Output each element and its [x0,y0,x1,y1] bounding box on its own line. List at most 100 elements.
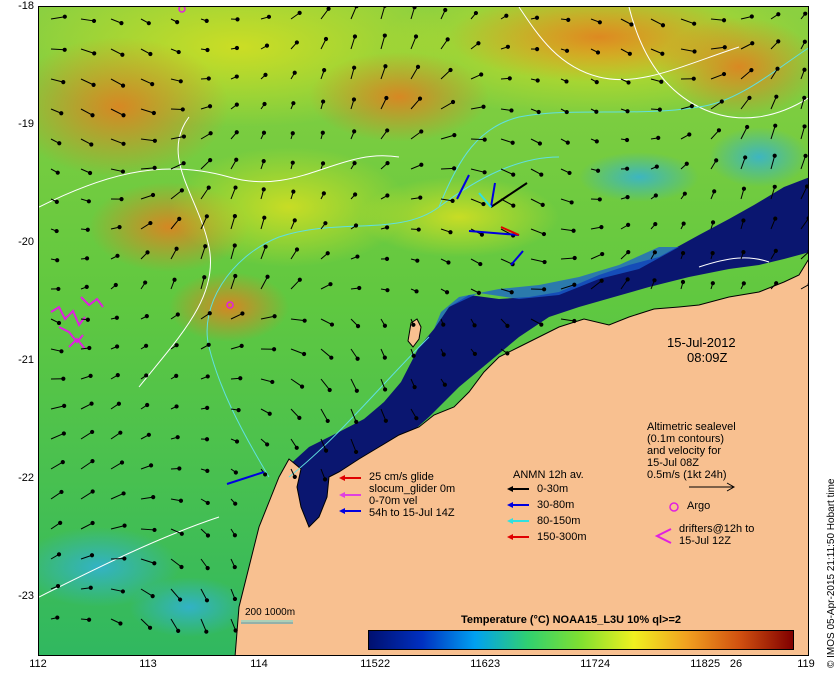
velocity-arrowhead [56,320,62,326]
velocity-arrowhead [692,49,697,54]
velocity-arrowhead [481,201,486,207]
velocity-arrowhead [567,170,572,176]
velocity-arrowhead [115,253,120,258]
velocity-arrowhead [565,140,570,145]
velocity-arrowhead [207,311,212,316]
colorbar-tick: 26 [729,658,743,670]
velocity-arrowhead [261,159,266,164]
velocity-arrowhead [234,74,239,79]
velocity-arrowhead [714,158,719,163]
velocity-arrowhead [564,48,570,53]
velocity-arrowhead [90,113,95,118]
velocity-arrowhead [511,203,516,208]
velocity-arrowhead [263,244,268,249]
velocity-arrowhead [689,104,694,109]
velocity-arrowhead [627,51,632,56]
velocity-arrowhead [144,373,149,378]
velocity-arrowhead [294,40,299,45]
velocity-arrowhead [120,169,126,174]
velocity-arrowhead [205,405,210,410]
drifters-legend-line2: 15-Jul 12Z [679,535,731,547]
velocity-arrowhead [150,82,155,87]
velocity-arrowhead [232,533,238,538]
velocity-arrowhead [625,109,630,114]
velocity-arrowhead [120,52,125,57]
velocity-arrowhead [534,47,540,52]
velocity-arrowhead [297,277,302,282]
velocity-arrowhead [355,254,360,259]
velocity-arrowhead [802,67,807,72]
drifters-legend-symbol [654,528,672,544]
velocity-arrowhead [118,621,123,626]
velocity-arrowhead [721,71,727,77]
velocity-arrowhead [265,274,270,279]
velocity-arrowhead [146,21,151,26]
velocity-arrowhead [262,215,267,220]
anmn-legend-arrows [507,486,529,540]
velocity-arrowhead [54,199,59,204]
velocity-arrowhead [59,489,64,495]
velocity-arrowhead [291,101,296,106]
velocity-arrowhead [572,318,577,324]
velocity-arrowhead [600,251,605,257]
x-tick-112: 112 [29,658,47,670]
velocity-arrowhead [481,104,486,109]
velocity-arrowhead [172,277,177,282]
velocity-arrowhead [297,10,302,15]
velocity-arrowhead [534,15,540,20]
velocity-arrowhead [652,278,657,283]
velocity-arrowhead [442,382,447,387]
velocity-arrowhead [261,130,267,135]
velocity-arrowhead [85,227,90,232]
velocity-arrowhead [441,322,446,327]
velocity-arrowhead [204,18,209,23]
velocity-arrowhead [234,45,240,51]
velocity-arrowhead [290,160,295,165]
velocity-arrowhead [232,243,237,248]
velocity-arrowhead [205,533,211,538]
velocity-arrowhead [505,323,510,328]
velocity-arrowhead [294,247,300,252]
velocity-arrowhead [382,387,388,392]
velocity-arrowhead [355,324,361,329]
velocity-arrowhead [206,185,211,190]
velocity-arrowhead [807,282,808,286]
velocity-arrowhead [452,133,457,138]
velocity-arrowhead [176,49,181,55]
drifters-legend-line1: drifters@12h to [679,523,755,535]
velocity-arrowhead [233,470,238,475]
velocity-arrowhead [238,376,243,381]
velocity-arrowhead [151,495,156,500]
velocity-arrowhead [294,445,299,450]
velocity-arrowhead [741,218,746,223]
velocity-arrowhead [710,220,716,225]
velocity-arrowhead [181,161,186,166]
velocity-arrowhead [234,439,240,444]
velocity-arrowhead [299,384,305,389]
velocity-arrowhead [145,250,150,255]
velocity-arrowhead [572,282,577,287]
velocity-arrowhead [177,216,182,221]
velocity-arrowhead [91,82,96,87]
velocity-arrowhead [202,275,207,280]
velocity-arrowhead [234,102,239,107]
velocity-arrowhead [803,153,808,158]
velocity-arrowhead [384,256,390,261]
velocity-arrowhead [415,258,420,263]
bathymetry-legend-label: 200 1000m [245,607,296,618]
velocity-arrowhead [174,246,179,251]
velocity-arrowhead [599,225,604,230]
velocity-arrowhead [290,131,295,136]
velocity-arrowhead [180,107,185,112]
velocity-arrowhead [321,191,326,196]
velocity-arrowhead [479,72,484,77]
velocity-arrowhead [652,250,657,255]
velocity-arrowhead [144,314,149,319]
velocity-arrowhead [55,170,60,175]
velocity-arrowhead [239,343,244,348]
velocity-arrowhead [385,128,390,133]
velocity-arrowhead [599,278,604,283]
velocity-arrowhead [722,45,727,50]
altimetric-line5: 0.5m/s (1kt 24h) [647,469,727,481]
velocity-arrowhead [205,47,210,53]
